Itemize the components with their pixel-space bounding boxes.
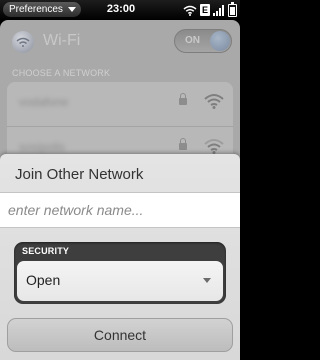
security-value: Open [26, 272, 61, 288]
network-name: vodafone [19, 95, 69, 109]
connect-button[interactable]: Connect [7, 318, 233, 352]
security-select[interactable]: Open [17, 261, 223, 301]
status-bar: Preferences 23:00 E [0, 0, 240, 20]
app-menu-button[interactable]: Preferences [3, 2, 81, 17]
network-type-badge: E [200, 4, 210, 16]
lock-icon [179, 138, 187, 152]
toggle-knob [210, 31, 230, 51]
app-menu-label: Preferences [9, 4, 63, 15]
status-icons: E [183, 1, 237, 17]
sheet-title: Join Other Network [15, 166, 144, 183]
app-header: Wi-Fi ON [0, 20, 240, 64]
wifi-app-icon [12, 31, 34, 53]
section-header: CHOOSE A NETWORK [12, 68, 111, 78]
page-title: Wi-Fi [43, 32, 81, 49]
wifi-icon [183, 5, 197, 16]
chevron-down-icon [203, 278, 211, 283]
security-group: SECURITY Open [14, 242, 226, 304]
join-network-sheet: Join Other Network SECURITY Open Connect [0, 154, 240, 360]
toggle-label: ON [185, 35, 200, 46]
battery-icon [228, 1, 237, 17]
lock-icon [179, 93, 187, 107]
network-name-input[interactable] [0, 192, 240, 228]
wifi-signal-icon [204, 93, 224, 114]
list-item[interactable]: vodafone [7, 82, 233, 124]
network-name: sosipolis [19, 140, 66, 154]
wifi-toggle[interactable]: ON [174, 29, 232, 53]
signal-icon [213, 4, 225, 16]
clock: 23:00 [106, 3, 136, 15]
security-label: SECURITY [22, 246, 70, 256]
chevron-down-icon [67, 7, 76, 12]
